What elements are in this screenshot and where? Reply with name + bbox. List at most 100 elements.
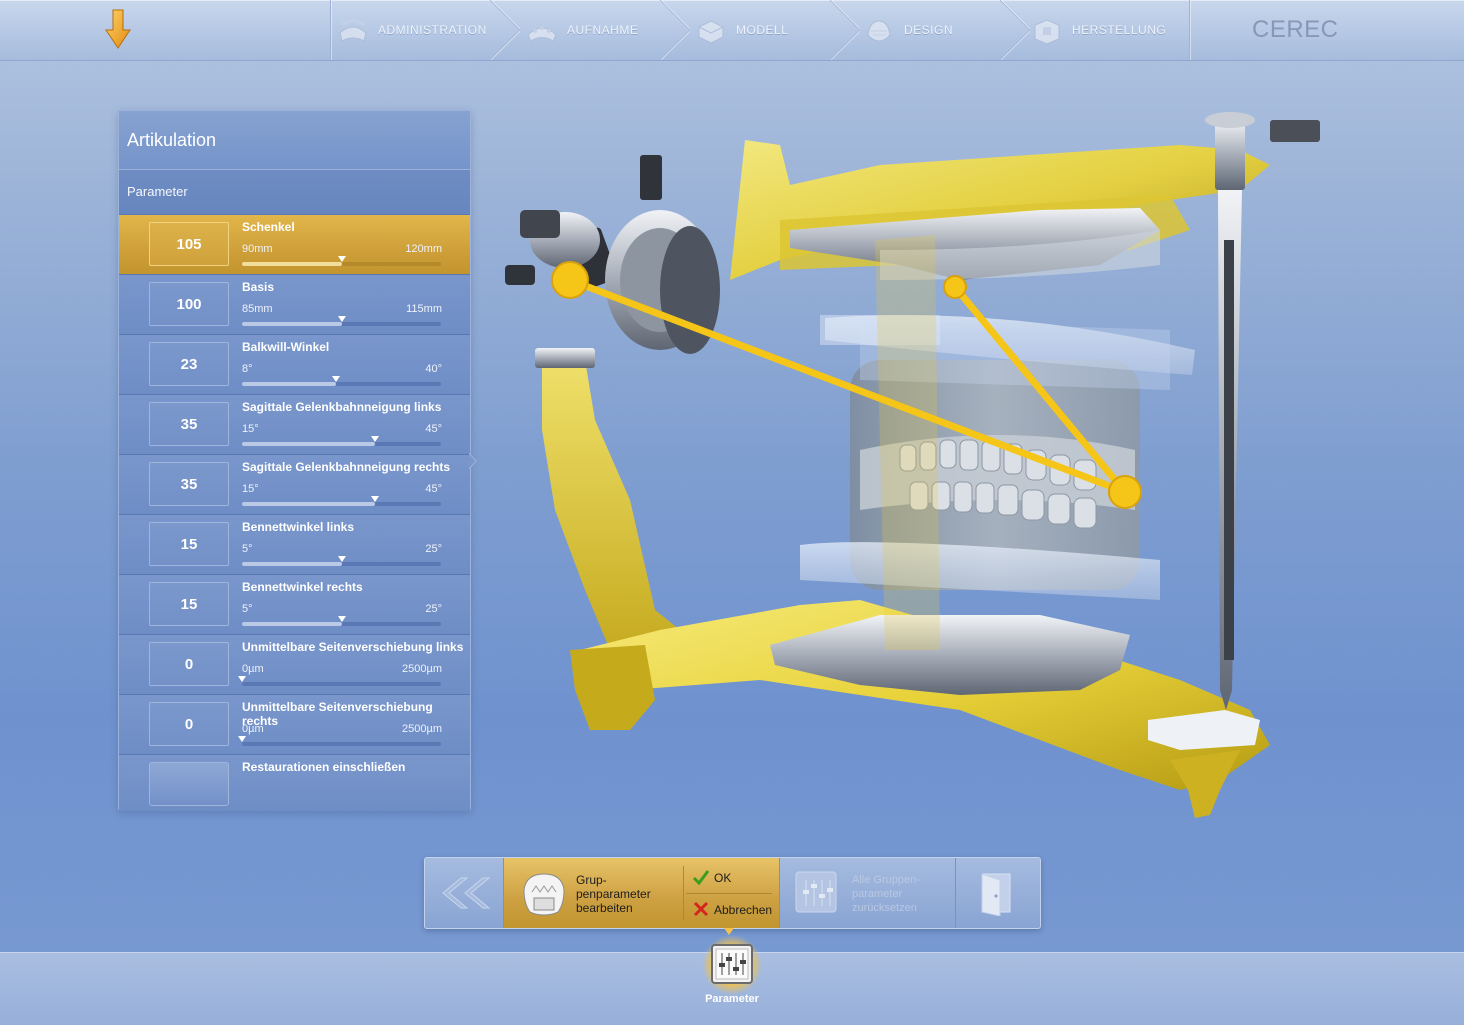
step-label-aufnahme: AUFNAHME [567, 23, 639, 37]
scan-icon [527, 26, 557, 42]
parameter-button[interactable] [700, 935, 764, 1000]
parameter-value-field[interactable]: 0 [149, 642, 229, 686]
step-label-administration: ADMINISTRATION [378, 23, 487, 37]
parameter-slider[interactable] [242, 376, 441, 386]
parameter-sliders-icon [702, 935, 762, 995]
chevron-right-icon [490, 0, 520, 60]
parameter-min-label: 0µm [242, 723, 264, 735]
step-modell[interactable]: MODELL [694, 0, 788, 60]
slider-thumb[interactable] [331, 376, 340, 382]
action-toolbar: Grup- penparameter bearbeiten OK Abbrech… [424, 857, 1041, 929]
step-label-modell: MODELL [736, 23, 789, 37]
slider-thumb[interactable] [238, 676, 246, 682]
step-separator [330, 0, 331, 60]
parameter-row[interactable]: 23 Balkwill-Winkel 8° 40° [119, 335, 470, 395]
parameter-list: 105 Schenkel 90mm 120mm 100 Basis 85mm 115mm 23 B… [119, 215, 470, 755]
parameter-max-label: 115mm [406, 303, 442, 315]
parameter-row[interactable]: 15 Bennettwinkel links 5° 25° [119, 515, 470, 575]
exit-door-icon [981, 873, 1011, 916]
parameter-value-field[interactable]: 100 [149, 282, 229, 326]
parameter-row[interactable]: 0 Unmittelbare Seitenverschiebung links 0µ… [119, 635, 470, 695]
parameter-row[interactable]: 100 Basis 85mm 115mm [119, 275, 470, 335]
divider [686, 893, 772, 894]
parameter-slider[interactable] [242, 616, 441, 626]
step-aufnahme[interactable]: AUFNAHME [525, 0, 638, 60]
ok-button[interactable]: OK [692, 869, 732, 886]
divider [683, 866, 684, 920]
parameter-value-field[interactable]: 105 [149, 222, 229, 266]
step-label-design: DESIGN [904, 23, 954, 37]
parameter-max-label: 2500µm [402, 663, 442, 675]
download-arrow-icon[interactable] [104, 8, 132, 50]
slider-thumb[interactable] [337, 316, 346, 322]
parameter-row[interactable]: 105 Schenkel 90mm 120mm [119, 215, 470, 275]
parameter-min-label: 15° [242, 423, 259, 435]
slider-thumb[interactable] [371, 436, 380, 442]
include-restorations-toggle[interactable] [149, 762, 229, 806]
parameter-row[interactable]: 0 Unmittelbare Seitenverschiebung rechts 0… [119, 695, 470, 755]
parameter-row[interactable]: 35 Sagittale Gelenkbahnneigung links 15° 45… [119, 395, 470, 455]
double-chevron-left-icon [442, 877, 491, 909]
parameter-max-label: 45° [425, 423, 442, 435]
condyle-point [551, 261, 589, 299]
parameter-slider[interactable] [242, 556, 441, 566]
step-separator [1189, 0, 1190, 60]
edit-group-parameters-button[interactable]: Grup- penparameter bearbeiten OK Abbrech… [504, 858, 780, 928]
ok-label: OK [714, 871, 732, 885]
top-bar: ADMINISTRATION AUFNAHME MODELL DESIGN HE… [0, 0, 1464, 61]
step-design[interactable]: DESIGN [862, 0, 953, 60]
parameter-value-field[interactable]: 15 [149, 522, 229, 566]
slider-thumb[interactable] [337, 256, 346, 262]
slider-thumb[interactable] [337, 556, 346, 562]
left-post [542, 360, 680, 650]
edit-group-parameters-label: Grup- penparameter bearbeiten [576, 873, 651, 915]
incisal-point [1108, 475, 1142, 509]
slider-thumb[interactable] [337, 616, 346, 622]
back-button[interactable] [425, 858, 504, 928]
parameter-slider[interactable] [242, 436, 441, 446]
slider-fill [242, 442, 376, 446]
parameter-slider[interactable] [242, 496, 441, 506]
parameter-max-label: 40° [425, 363, 442, 375]
milling-icon [1034, 19, 1060, 45]
panel-title: Artikulation [119, 111, 470, 170]
chevron-right-icon [1000, 0, 1030, 60]
slider-thumb[interactable] [371, 496, 380, 502]
parameter-max-label: 45° [425, 483, 442, 495]
parameter-min-label: 85mm [242, 303, 273, 315]
parameter-row[interactable]: 15 Bennettwinkel rechts 5° 25° [119, 575, 470, 635]
tooth-group-icon [523, 873, 565, 916]
articulation-panel: Artikulation Parameter 105 Schenkel 90mm 12… [118, 110, 471, 811]
cancel-label: Abbrechen [714, 903, 773, 917]
parameter-value-field[interactable]: 23 [149, 342, 229, 386]
articulator-3d-view[interactable] [480, 90, 1360, 830]
parameter-min-label: 90mm [242, 243, 273, 255]
workflow-steps: ADMINISTRATION AUFNAHME MODELL DESIGN HE… [330, 0, 1190, 60]
parameter-value-field[interactable]: 15 [149, 582, 229, 626]
reset-all-group-parameters-button[interactable]: Alle Gruppen- parameter zurücksetzen [780, 858, 956, 928]
parameter-slider[interactable] [238, 676, 441, 686]
checkmark-icon [692, 870, 710, 886]
parameter-value-field[interactable]: 35 [149, 462, 229, 506]
exit-button[interactable] [956, 858, 1040, 928]
parameter-label: Sagittale Gelenkbahnneigung links [242, 400, 442, 414]
parameter-label: Schenkel [242, 220, 295, 234]
parameter-max-label: 25° [425, 603, 442, 615]
parameter-label: Basis [242, 280, 275, 294]
parameter-value-field[interactable]: 35 [149, 402, 229, 446]
parameter-slider[interactable] [238, 736, 441, 746]
parameter-slider[interactable] [242, 256, 441, 266]
parameter-label: Bennettwinkel links [242, 520, 355, 534]
parameter-value-field[interactable]: 0 [149, 702, 229, 746]
cancel-button[interactable]: Abbrechen [692, 901, 772, 917]
step-administration[interactable]: ADMINISTRATION [336, 0, 487, 60]
parameter-slider[interactable] [242, 316, 441, 326]
slider-thumb[interactable] [238, 736, 246, 742]
step-herstellung[interactable]: HERSTELLUNG [1030, 0, 1166, 60]
design-icon [867, 20, 891, 42]
step-label-herstellung: HERSTELLUNG [1072, 23, 1167, 37]
parameter-row[interactable]: 35 Sagittale Gelenkbahnneigung rechts 15° 4… [119, 455, 470, 515]
parameter-label: Bennettwinkel rechts [242, 580, 363, 594]
parameter-min-label: 5° [242, 543, 253, 555]
close-icon [693, 901, 709, 917]
